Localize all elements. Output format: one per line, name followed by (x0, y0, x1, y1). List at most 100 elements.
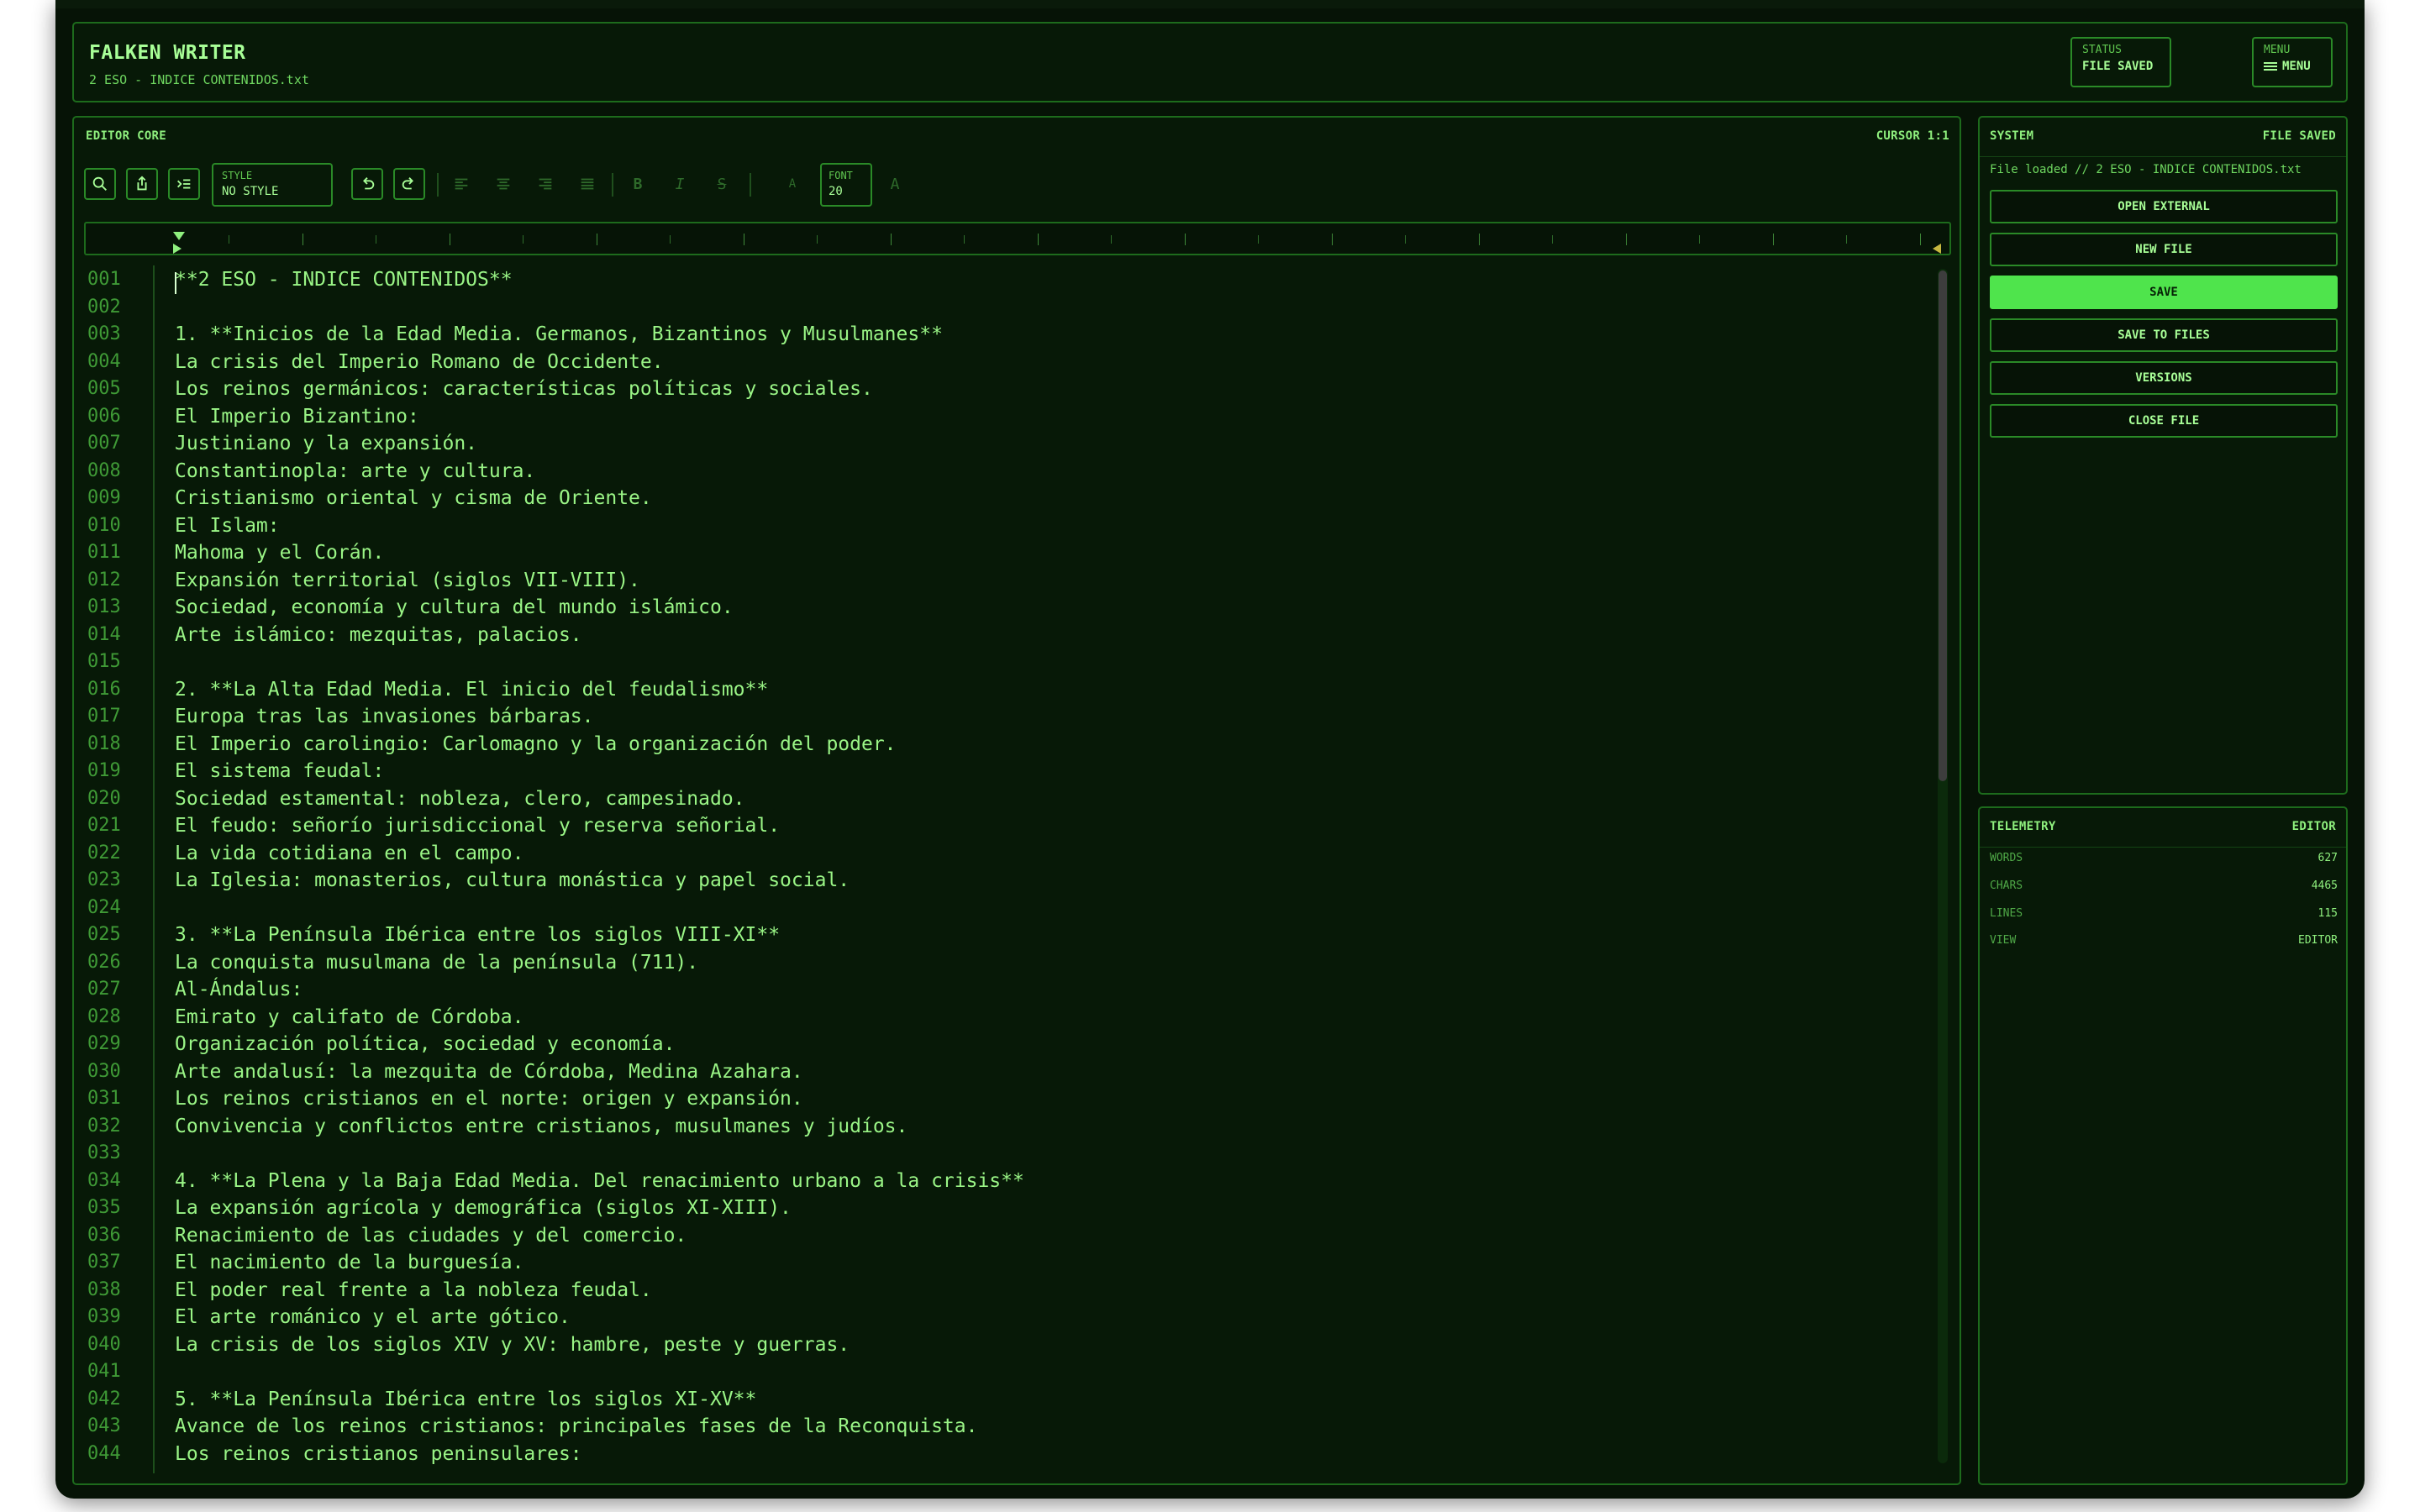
editor-line[interactable]: Sociedad estamental: nobleza, clero, cam… (175, 788, 745, 810)
align-center-button[interactable] (489, 171, 518, 197)
line-number: 036 (87, 1224, 121, 1246)
align-justify-button[interactable] (573, 171, 602, 197)
redo-button[interactable] (393, 168, 425, 200)
open-external-button[interactable]: OPEN EXTERNAL (1990, 190, 2338, 223)
lines-value: 115 (2317, 907, 2338, 920)
first-line-indent-marker[interactable] (173, 232, 185, 240)
ruler-tick (1258, 235, 1259, 244)
bold-button[interactable]: B (623, 171, 652, 197)
left-indent-marker[interactable] (173, 244, 182, 254)
editor-line[interactable]: Organización política, sociedad y econom… (175, 1033, 675, 1055)
new-file-button[interactable]: NEW FILE (1990, 233, 2338, 266)
font-size-field[interactable]: FONT 20 (820, 163, 872, 207)
editor-line[interactable]: 2. **La Alta Edad Media. El inicio del f… (175, 679, 768, 701)
save-to-files-button[interactable]: SAVE TO FILES (1990, 318, 2338, 352)
line-number: 009 (87, 487, 121, 508)
line-number: 025 (87, 924, 121, 945)
editor-line[interactable]: Expansión territorial (siglos VII-VIII). (175, 570, 640, 591)
vertical-scrollbar[interactable] (1938, 269, 1948, 1463)
line-number: 028 (87, 1005, 121, 1027)
align-left-button[interactable] (447, 171, 476, 197)
editor-line[interactable]: La Iglesia: monasterios, cultura monásti… (175, 869, 850, 891)
strikethrough-button[interactable]: S (708, 171, 736, 197)
editor-line[interactable]: La vida cotidiana en el campo. (175, 843, 523, 864)
editor-line[interactable]: El nacimiento de la burguesía. (175, 1252, 523, 1273)
editor-line[interactable]: Emirato y califato de Córdoba. (175, 1006, 523, 1028)
editor-line[interactable]: Cristianismo oriental y cisma de Oriente… (175, 487, 652, 509)
export-button[interactable] (126, 168, 158, 200)
status-value: FILE SAVED (2082, 60, 2154, 73)
insert-button[interactable] (168, 168, 200, 200)
line-number: 007 (87, 433, 121, 454)
editor-line[interactable]: Convivencia y conflictos entre cristiano… (175, 1116, 908, 1137)
close-file-button[interactable]: CLOSE FILE (1990, 404, 2338, 438)
editor-line[interactable]: Avance de los reinos cristianos: princip… (175, 1415, 977, 1437)
style-value: NO STYLE (222, 185, 279, 198)
editor-line[interactable]: La expansión agrícola y demográfica (sig… (175, 1197, 792, 1219)
align-right-button[interactable] (531, 171, 560, 197)
text-editor-area[interactable]: 001 002 003 004 005 006 007 008 009 010 011 012 013 0… (84, 265, 1951, 1473)
italic-button[interactable]: I (666, 171, 694, 197)
align-center-icon (497, 178, 510, 190)
editor-line[interactable]: Constantinopla: arte y cultura. (175, 460, 535, 482)
line-number: 008 (87, 459, 121, 481)
editor-line[interactable]: La crisis de los siglos XIV y XV: hambre… (175, 1334, 850, 1356)
scrollbar-thumb[interactable] (1939, 270, 1947, 781)
editor-line[interactable]: 5. **La Península Ibérica entre los sigl… (175, 1389, 756, 1410)
editor-title: EDITOR CORE (86, 129, 167, 143)
telemetry-title: TELEMETRY (1990, 820, 2056, 833)
line-number: 003 (87, 323, 121, 344)
words-label: WORDS (1990, 852, 2023, 864)
editor-line[interactable]: El feudo: señorío jurisdiccional y reser… (175, 815, 780, 837)
style-select[interactable]: STYLE NO STYLE (212, 163, 333, 207)
search-button[interactable] (84, 168, 116, 200)
editor-line[interactable]: Arte andalusí: la mezquita de Córdoba, M… (175, 1061, 803, 1083)
editor-line[interactable]: Los reinos cristianos peninsulares: (175, 1443, 582, 1465)
editor-line[interactable]: El Islam: (175, 515, 280, 537)
menu-value-wrap: MENU (2264, 60, 2321, 73)
telemetry-mode: EDITOR (2291, 820, 2336, 833)
editor-line[interactable]: El poder real frente a la nobleza feudal… (175, 1279, 652, 1301)
menu-button[interactable]: MENU MENU (2252, 37, 2333, 87)
system-panel: SYSTEM FILE SAVED File loaded // 2 ESO -… (1978, 116, 2348, 795)
system-message: File loaded // 2 ESO - INDICE CONTENIDOS… (1990, 163, 2302, 176)
editor-line[interactable]: **2 ESO - INDICE CONTENIDOS** (175, 269, 513, 291)
save-button[interactable]: SAVE (1990, 276, 2338, 309)
editor-line[interactable]: Los reinos cristianos en el norte: orige… (175, 1088, 803, 1110)
line-number: 040 (87, 1333, 121, 1355)
view-value: EDITOR (2298, 934, 2338, 947)
line-number: 004 (87, 350, 121, 372)
editor-line[interactable]: El Imperio Bizantino: (175, 406, 419, 428)
line-number: 016 (87, 678, 121, 700)
line-number: 024 (87, 896, 121, 918)
editor-line[interactable]: Al-Ándalus: (175, 979, 302, 1000)
toolbar-divider (437, 173, 439, 197)
menu-label: MENU (2264, 44, 2291, 56)
line-number: 031 (87, 1088, 121, 1109)
editor-line[interactable]: La conquista musulmana de la península (… (175, 952, 698, 974)
editor-line[interactable]: Renacimiento de las ciudades y del comer… (175, 1225, 687, 1247)
right-indent-marker[interactable] (1933, 244, 1941, 254)
ruler[interactable] (84, 222, 1951, 255)
editor-line[interactable]: El arte románico y el arte gótico. (175, 1306, 571, 1328)
editor-line[interactable]: La crisis del Imperio Romano de Occident… (175, 351, 664, 373)
editor-line[interactable]: Europa tras las invasiones bárbaras. (175, 706, 594, 727)
ruler-tick (302, 234, 303, 245)
export-icon (137, 176, 147, 191)
editor-line[interactable]: El Imperio carolingio: Carlomagno y la o… (175, 733, 897, 755)
editor-line[interactable]: Arte islámico: mezquitas, palacios. (175, 624, 582, 646)
decrease-font-button[interactable]: A (778, 171, 807, 197)
editor-line[interactable]: 1. **Inicios de la Edad Media. Germanos,… (175, 323, 943, 345)
editor-line[interactable]: Mahoma y el Corán. (175, 542, 384, 564)
editor-line[interactable]: Los reinos germánicos: características p… (175, 378, 873, 400)
increase-font-button[interactable]: A (881, 171, 909, 197)
line-number: 006 (87, 405, 121, 427)
editor-line[interactable]: Sociedad, economía y cultura del mundo i… (175, 596, 734, 618)
line-number: 023 (87, 869, 121, 890)
editor-line[interactable]: 3. **La Península Ibérica entre los sigl… (175, 924, 780, 946)
editor-line[interactable]: El sistema feudal: (175, 760, 384, 782)
editor-line[interactable]: 4. **La Plena y la Baja Edad Media. Del … (175, 1170, 1024, 1192)
versions-button[interactable]: VERSIONS (1990, 361, 2338, 395)
editor-line[interactable]: Justiniano y la expansión. (175, 433, 477, 454)
undo-button[interactable] (351, 168, 383, 200)
